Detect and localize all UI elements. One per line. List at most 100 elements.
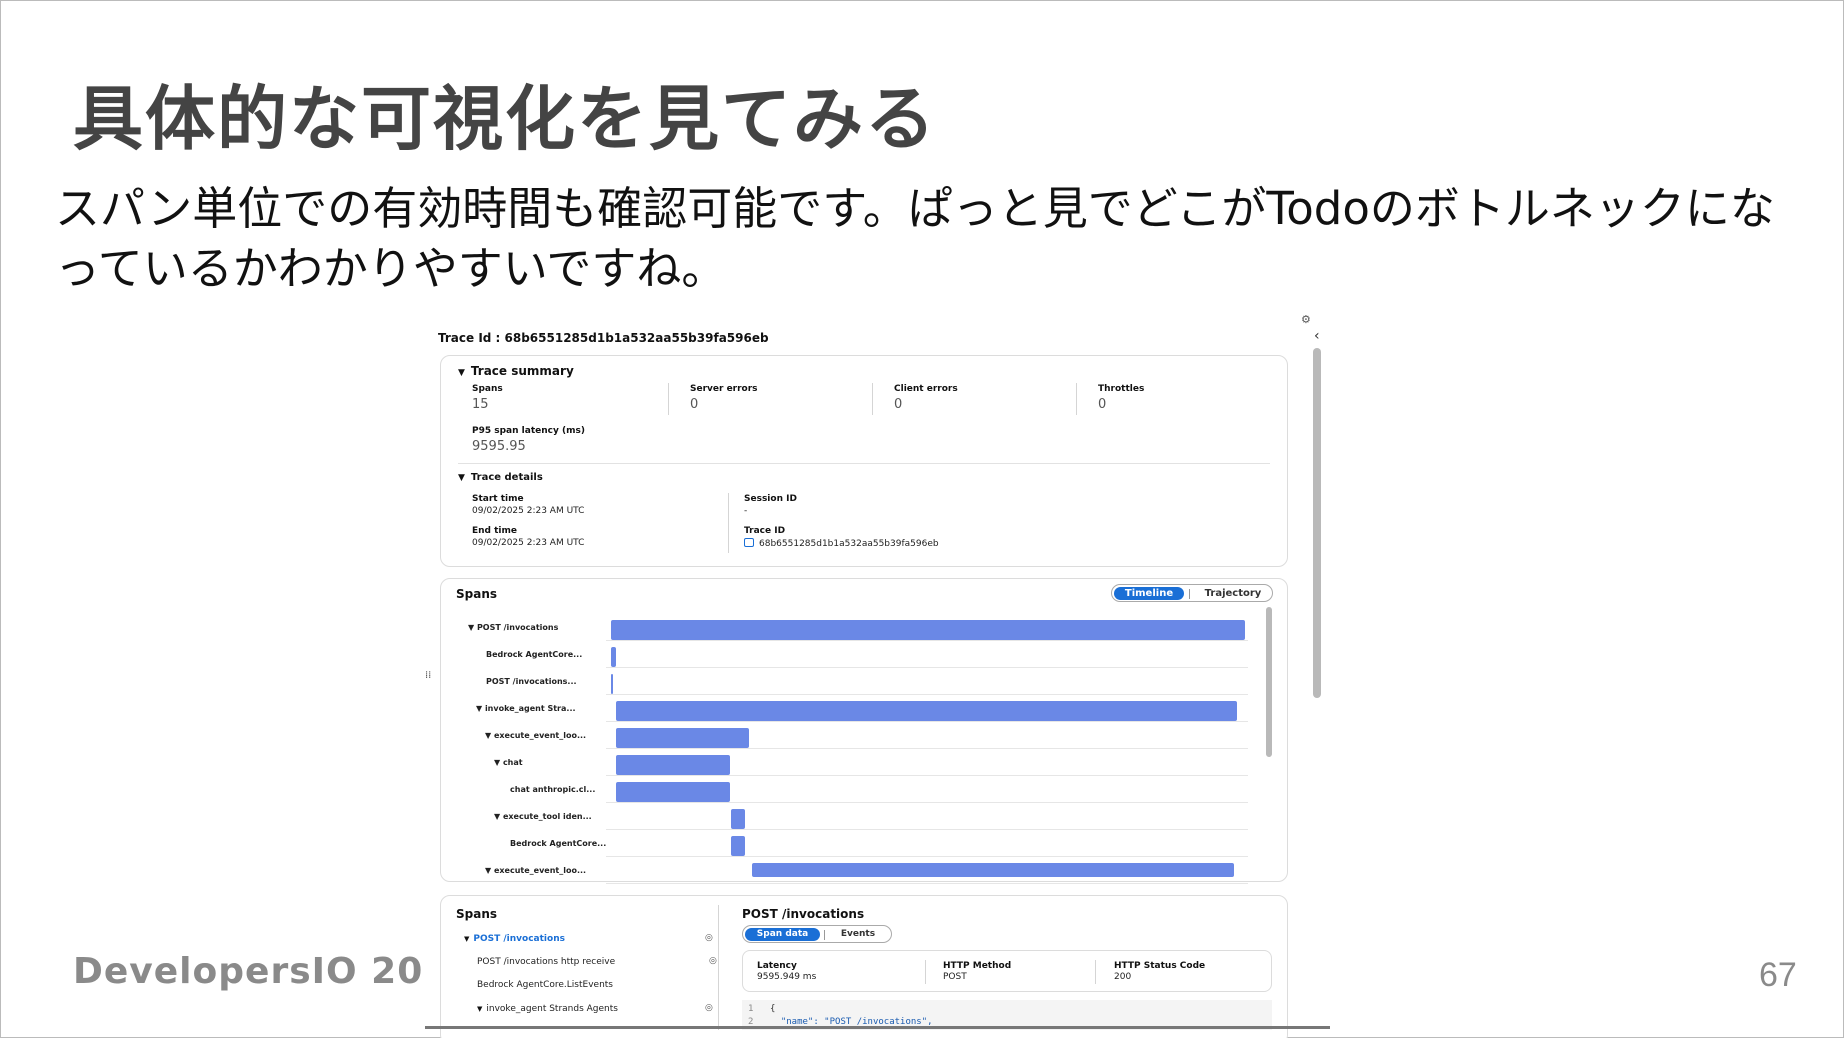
span-name-text: chat anthropic.cl... <box>510 785 596 794</box>
eye-icon[interactable]: ◎ <box>705 933 713 943</box>
span-name: ▼ chat <box>494 758 523 767</box>
throttles-value: 0 <box>1098 397 1107 412</box>
caret-down-icon[interactable]: ▼ <box>476 704 485 713</box>
divider <box>872 383 873 415</box>
server-errors-value: 0 <box>690 397 699 412</box>
span-detail-tabs: Span data Events <box>742 925 892 943</box>
span-duration-bar[interactable] <box>751 863 1235 877</box>
tab-timeline[interactable]: Timeline <box>1114 587 1184 600</box>
span-duration-bar[interactable] <box>611 647 617 667</box>
trace-details-title: Trace details <box>470 472 543 483</box>
row-divider <box>606 775 1248 776</box>
timeline-scrollbar[interactable] <box>1266 607 1272 757</box>
client-errors-label: Client errors <box>894 384 958 394</box>
latency-label: Latency <box>757 961 797 971</box>
http-status-value: 200 <box>1114 972 1132 982</box>
span-name-text: POST /invocations <box>476 623 559 632</box>
span-row[interactable]: Bedrock AgentCore... <box>448 644 1248 668</box>
span-name: ▼ execute_event_loo... <box>485 731 586 740</box>
span-name-text: execute_event_loo... <box>493 731 587 740</box>
span-row[interactable]: ▼ execute_tool iden... <box>448 806 1248 830</box>
trace-summary-card <box>440 355 1288 567</box>
row-divider <box>606 748 1248 749</box>
span-name: Bedrock AgentCore... <box>510 839 606 848</box>
start-time-label: Start time <box>472 494 524 504</box>
span-name: POST /invocations... <box>486 677 577 686</box>
caret-down-icon[interactable]: ▼ <box>494 812 503 821</box>
span-duration-bar[interactable] <box>731 836 746 856</box>
end-time-value: 09/02/2025 2:23 AM UTC <box>472 538 585 548</box>
span-metrics-card <box>742 950 1272 992</box>
spans-title: Spans <box>456 587 498 601</box>
view-toggle: Timeline Trajectory <box>1111 584 1273 602</box>
nav-item-post-invocations[interactable]: ▼ POST /invocations <box>464 934 565 944</box>
trace-id-heading: Trace Id : 68b6551285d1b1a532aa55b39fa59… <box>438 331 769 345</box>
span-duration-bar[interactable] <box>731 809 746 829</box>
span-duration-bar[interactable] <box>616 701 1237 721</box>
trace-id-value[interactable]: 68b6551285d1b1a532aa55b39fa596eb <box>744 538 939 549</box>
divider <box>1076 383 1077 415</box>
span-row[interactable]: ▼ chat <box>448 752 1248 776</box>
span-row[interactable]: chat anthropic.cl... <box>448 779 1248 803</box>
copy-icon[interactable] <box>744 538 754 547</box>
page-scrollbar[interactable] <box>1313 348 1321 698</box>
span-name-text: chat <box>502 758 523 767</box>
row-divider <box>606 721 1248 722</box>
divider <box>824 930 825 940</box>
caret-down-icon[interactable]: ▼ <box>485 731 494 740</box>
span-name: chat anthropic.cl... <box>510 785 595 794</box>
tab-span-data[interactable]: Span data <box>745 928 820 941</box>
collapse-chevron-icon[interactable]: ‹ <box>1314 328 1320 344</box>
span-name-text: Bedrock AgentCore... <box>510 839 607 848</box>
trace-summary-title: Trace summary <box>470 364 574 378</box>
nav-item-invoke-agent[interactable]: ▼ invoke_agent Strands Agents <box>477 1004 618 1014</box>
caret-down-icon[interactable]: ▼ <box>468 623 477 632</box>
span-duration-bar[interactable] <box>616 782 730 802</box>
span-name-text: Bedrock AgentCore... <box>486 650 583 659</box>
trace-id-label: Trace ID <box>744 526 786 536</box>
divider <box>1095 960 1096 984</box>
trace-id-text: 68b6551285d1b1a532aa55b39fa596eb <box>759 539 939 549</box>
caret-down-icon[interactable]: ▼ <box>494 758 503 767</box>
row-divider <box>606 640 1248 641</box>
span-name: ▼ execute_event_loo... <box>485 866 586 875</box>
nav-item-list-events[interactable]: Bedrock AgentCore.ListEvents <box>477 980 613 990</box>
detail-spans-title: Spans <box>456 907 498 921</box>
code-line: { <box>770 1004 776 1014</box>
eye-icon[interactable]: ◎ <box>705 1003 713 1013</box>
slide-description: スパン単位での有効時間も確認可能です。ぱっと見でどこがTodoのボトルネックにな… <box>55 182 1775 295</box>
start-time-value: 09/02/2025 2:23 AM UTC <box>472 506 585 516</box>
span-row[interactable]: Bedrock AgentCore... <box>448 833 1248 857</box>
trace-details-toggle[interactable]: ▼ Trace details <box>458 472 543 483</box>
span-duration-bar[interactable] <box>616 728 750 748</box>
span-duration-bar[interactable] <box>616 755 730 775</box>
spans-value: 15 <box>472 397 489 412</box>
span-name-text: execute_event_loo... <box>493 866 587 875</box>
span-row[interactable]: POST /invocations... <box>448 671 1248 695</box>
eye-icon[interactable]: ◎ <box>709 956 717 966</box>
settings-icon[interactable]: ⚙ <box>1301 313 1311 326</box>
divider <box>668 383 669 415</box>
p95-latency-value: 9595.95 <box>472 439 526 454</box>
drag-handle-icon[interactable]: ⁞⁞ <box>425 670 431 681</box>
row-divider <box>606 694 1248 695</box>
throttles-label: Throttles <box>1098 384 1145 394</box>
caret-down-icon[interactable]: ▼ <box>485 866 494 875</box>
trace-summary-toggle[interactable]: ▼ Trace summary <box>458 364 574 378</box>
span-duration-bar[interactable] <box>611 620 1245 640</box>
span-duration-bar[interactable] <box>611 674 613 694</box>
caret-down-icon: ▼ <box>464 935 470 943</box>
tab-trajectory[interactable]: Trajectory <box>1196 587 1270 600</box>
span-name: ▼ POST /invocations <box>468 623 558 632</box>
span-row[interactable]: ▼ execute_event_loo... <box>448 725 1248 749</box>
spans-label: Spans <box>472 384 503 394</box>
caret-down-icon: ▼ <box>458 473 465 483</box>
span-detail-title: POST /invocations <box>742 907 865 921</box>
tab-events[interactable]: Events <box>827 928 889 941</box>
span-name-text: invoke_agent Stra... <box>484 704 576 713</box>
row-divider <box>606 667 1248 668</box>
screenshot-border <box>425 1026 1330 1029</box>
nav-item-label: POST /invocations <box>473 934 565 944</box>
client-errors-value: 0 <box>894 397 903 412</box>
nav-item-http-receive[interactable]: POST /invocations http receive <box>477 957 615 967</box>
